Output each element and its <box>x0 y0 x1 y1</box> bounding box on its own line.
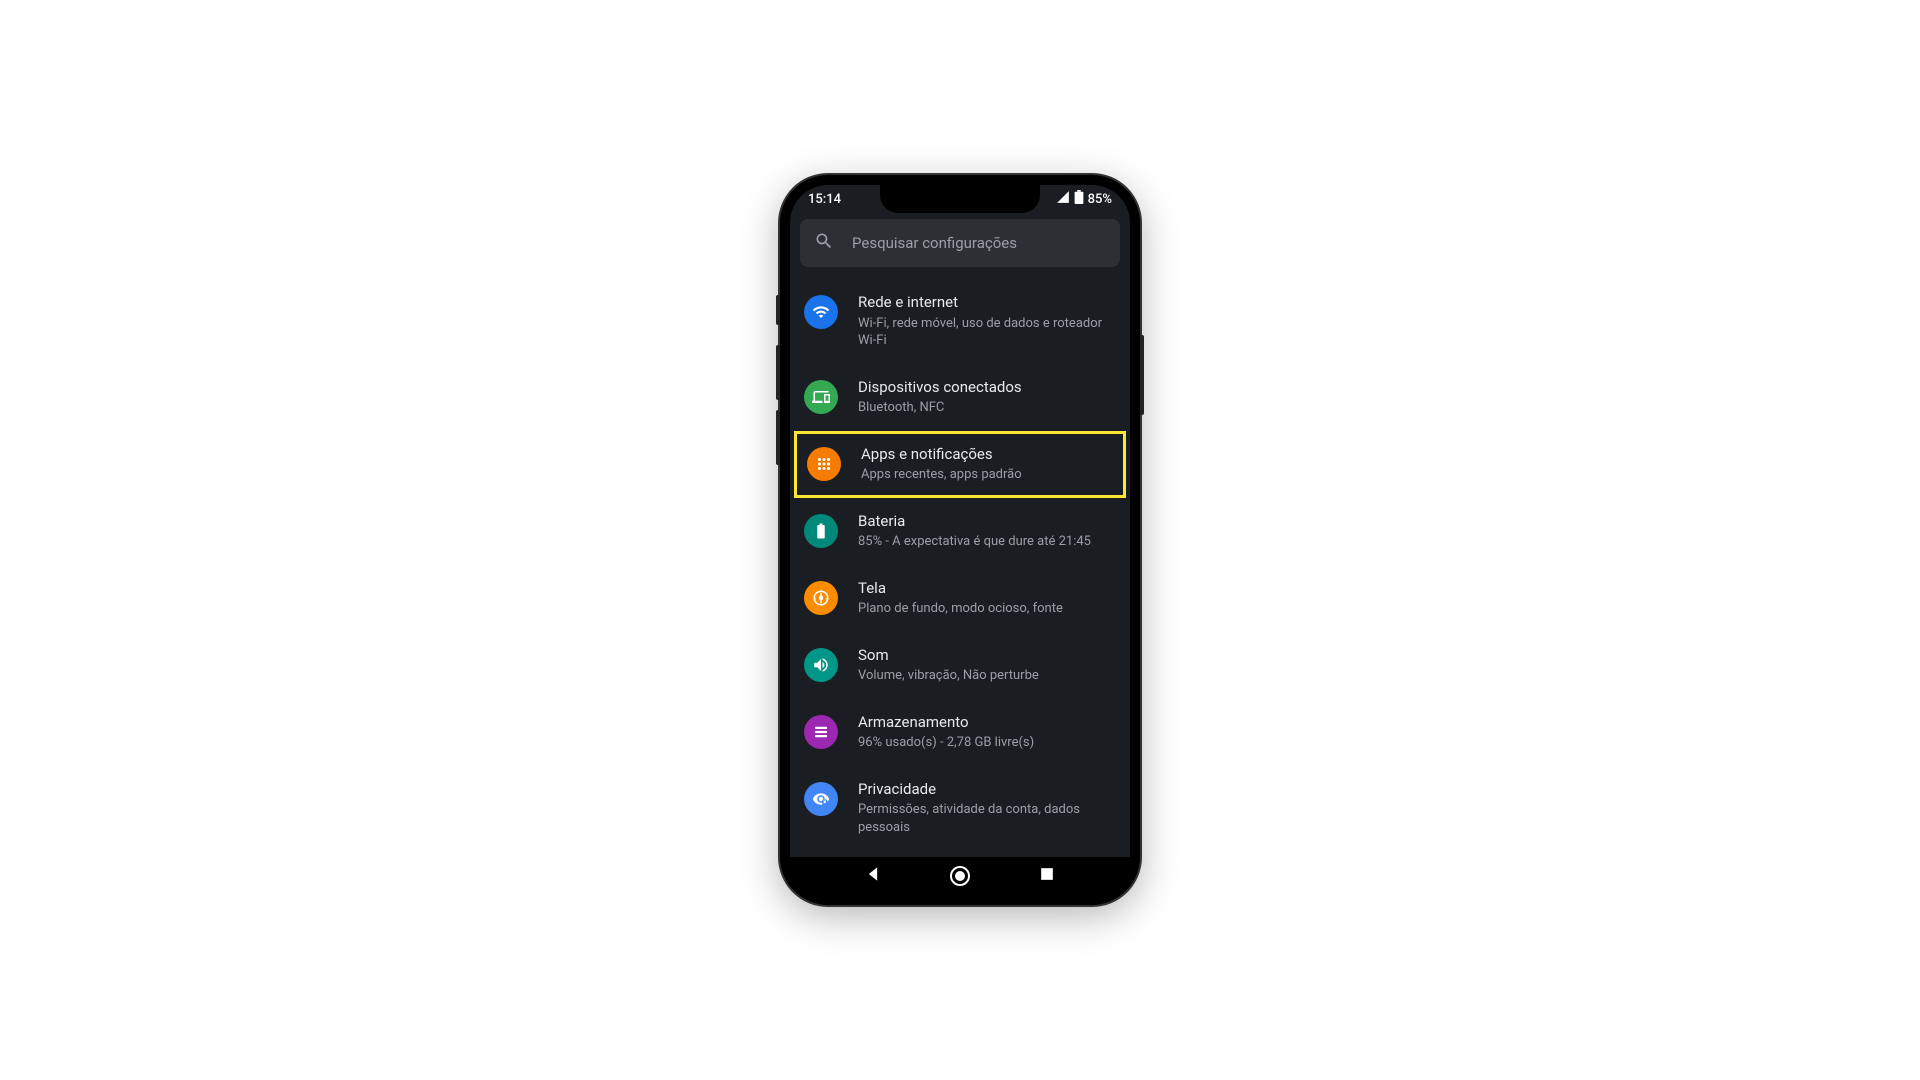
settings-item-battery[interactable]: Bateria 85% - A expectativa é que dure a… <box>790 498 1130 565</box>
nav-recent-button[interactable] <box>1037 864 1057 888</box>
battery-icon <box>804 514 838 548</box>
signal-icon <box>1056 190 1070 208</box>
devices-icon <box>804 380 838 414</box>
item-title: Som <box>858 646 1116 666</box>
item-subtitle: Plano de fundo, modo ocioso, fonte <box>858 600 1116 618</box>
phone-notch <box>880 185 1040 213</box>
item-title: Apps e notificações <box>861 445 1113 465</box>
apps-icon <box>807 447 841 481</box>
settings-item-sound[interactable]: Som Volume, vibração, Não perturbe <box>790 632 1130 699</box>
settings-item-privacy[interactable]: Privacidade Permissões, atividade da con… <box>790 766 1130 851</box>
search-placeholder: Pesquisar configurações <box>852 234 1017 252</box>
phone-screen: 15:14 85% Pesquisar configurações Rede e <box>790 185 1130 895</box>
item-text: Privacidade Permissões, atividade da con… <box>858 780 1116 837</box>
item-title: Privacidade <box>858 780 1116 800</box>
item-title: Rede e internet <box>858 293 1116 313</box>
phone-side-button <box>776 295 780 325</box>
settings-item-storage[interactable]: Armazenamento 96% usado(s) - 2,78 GB liv… <box>790 699 1130 766</box>
item-text: Tela Plano de fundo, modo ocioso, fonte <box>858 579 1116 618</box>
settings-list[interactable]: Rede e internet Wi-Fi, rede móvel, uso d… <box>790 271 1130 857</box>
search-icon <box>814 231 834 255</box>
phone-side-button <box>776 345 780 400</box>
item-text: Bateria 85% - A expectativa é que dure a… <box>858 512 1116 551</box>
status-time: 15:14 <box>808 192 841 207</box>
item-subtitle: Apps recentes, apps padrão <box>861 466 1113 484</box>
settings-item-apps[interactable]: Apps e notificações Apps recentes, apps … <box>794 431 1126 498</box>
item-text: Rede e internet Wi-Fi, rede móvel, uso d… <box>858 293 1116 350</box>
phone-mockup-frame: 15:14 85% Pesquisar configurações Rede e <box>780 175 1140 905</box>
privacy-icon <box>804 782 838 816</box>
item-subtitle: 96% usado(s) - 2,78 GB livre(s) <box>858 734 1116 752</box>
item-text: Apps e notificações Apps recentes, apps … <box>861 445 1113 484</box>
storage-icon <box>804 715 838 749</box>
phone-side-button <box>776 410 780 465</box>
item-title: Bateria <box>858 512 1116 532</box>
wifi-icon <box>804 295 838 329</box>
nav-back-button[interactable] <box>863 864 883 888</box>
item-subtitle: 85% - A expectativa é que dure até 21:45 <box>858 533 1116 551</box>
navigation-bar <box>790 857 1130 895</box>
sound-icon <box>804 648 838 682</box>
item-text: Dispositivos conectados Bluetooth, NFC <box>858 378 1116 417</box>
battery-icon <box>1074 190 1084 208</box>
item-subtitle: Volume, vibração, Não perturbe <box>858 667 1116 685</box>
item-text: Som Volume, vibração, Não perturbe <box>858 646 1116 685</box>
display-icon <box>804 581 838 615</box>
item-title: Armazenamento <box>858 713 1116 733</box>
search-bar[interactable]: Pesquisar configurações <box>800 219 1120 267</box>
item-subtitle: Bluetooth, NFC <box>858 399 1116 417</box>
settings-item-devices[interactable]: Dispositivos conectados Bluetooth, NFC <box>790 364 1130 431</box>
phone-side-button <box>1140 335 1144 415</box>
settings-item-display[interactable]: Tela Plano de fundo, modo ocioso, fonte <box>790 565 1130 632</box>
nav-home-button[interactable] <box>950 866 970 886</box>
battery-percent: 85% <box>1088 192 1112 207</box>
settings-item-wifi[interactable]: Rede e internet Wi-Fi, rede móvel, uso d… <box>790 279 1130 364</box>
item-subtitle: Permissões, atividade da conta, dados pe… <box>858 801 1116 836</box>
status-icons: 85% <box>1056 190 1112 208</box>
item-title: Dispositivos conectados <box>858 378 1116 398</box>
item-title: Tela <box>858 579 1116 599</box>
item-subtitle: Wi-Fi, rede móvel, uso de dados e rotead… <box>858 315 1116 350</box>
item-text: Armazenamento 96% usado(s) - 2,78 GB liv… <box>858 713 1116 752</box>
